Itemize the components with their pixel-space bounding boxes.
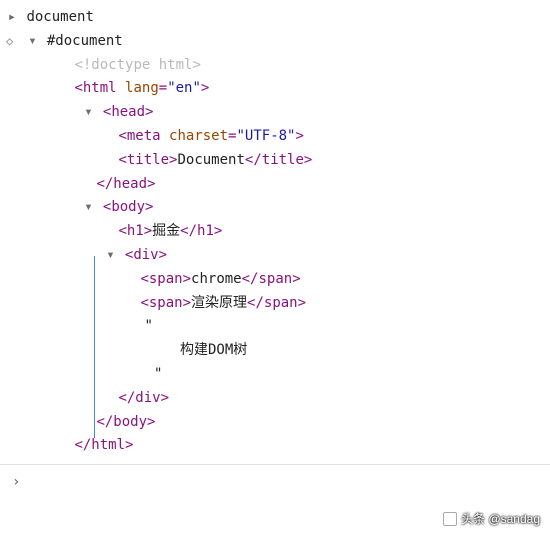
- tree-row-head-open[interactable]: <head>: [0, 101, 550, 125]
- tree-row-doctype[interactable]: <!doctype html>: [0, 54, 550, 78]
- selection-marker-icon: [6, 31, 18, 51]
- node-label: #document: [47, 33, 123, 49]
- tree-row-html-open[interactable]: <html lang="en">: [0, 77, 550, 101]
- tree-row-title[interactable]: <title>Document</title>: [0, 149, 550, 173]
- tree-row-body-close[interactable]: </body>: [0, 411, 550, 435]
- tree-row-body-open[interactable]: <body>: [0, 196, 550, 220]
- watermark-text: 头条 @sandag: [461, 509, 540, 529]
- tree-row-text-node[interactable]: 构建DOM树: [0, 339, 550, 363]
- tree-row-head-close[interactable]: </head>: [0, 173, 550, 197]
- tree-row-shadow-document[interactable]: #document: [0, 30, 550, 54]
- elements-tree: document #document <!doctype html> <html…: [0, 0, 550, 464]
- tree-row-quote-close[interactable]: ": [0, 363, 550, 387]
- chevron-down-icon[interactable]: [82, 196, 94, 220]
- node-label: document: [26, 9, 93, 25]
- chevron-down-icon[interactable]: [104, 244, 116, 268]
- tree-row-div-close[interactable]: </div>: [0, 387, 550, 411]
- tree-row-html-close[interactable]: </html>: [0, 434, 550, 458]
- tree-row-span2[interactable]: <span>渲染原理</span>: [0, 292, 550, 316]
- tree-row-document[interactable]: document: [0, 6, 550, 30]
- breadcrumb-chevron-icon: ›: [12, 474, 20, 490]
- selection-guide-line: [94, 256, 95, 438]
- chevron-down-icon[interactable]: [82, 101, 94, 125]
- chevron-right-icon[interactable]: [6, 6, 18, 30]
- tree-row-quote-open[interactable]: ": [0, 315, 550, 339]
- chevron-down-icon[interactable]: [26, 30, 38, 54]
- breadcrumb-bar[interactable]: ›: [0, 464, 550, 501]
- tree-row-meta[interactable]: <meta charset="UTF-8">: [0, 125, 550, 149]
- watermark-icon: [443, 512, 457, 526]
- watermark: 头条 @sandag: [443, 509, 540, 529]
- tree-row-span1[interactable]: <span>chrome</span>: [0, 268, 550, 292]
- tree-row-div-open[interactable]: <div>: [0, 244, 550, 268]
- tree-row-h1[interactable]: <h1>掘金</h1>: [0, 220, 550, 244]
- doctype-node: <!doctype html>: [74, 57, 200, 73]
